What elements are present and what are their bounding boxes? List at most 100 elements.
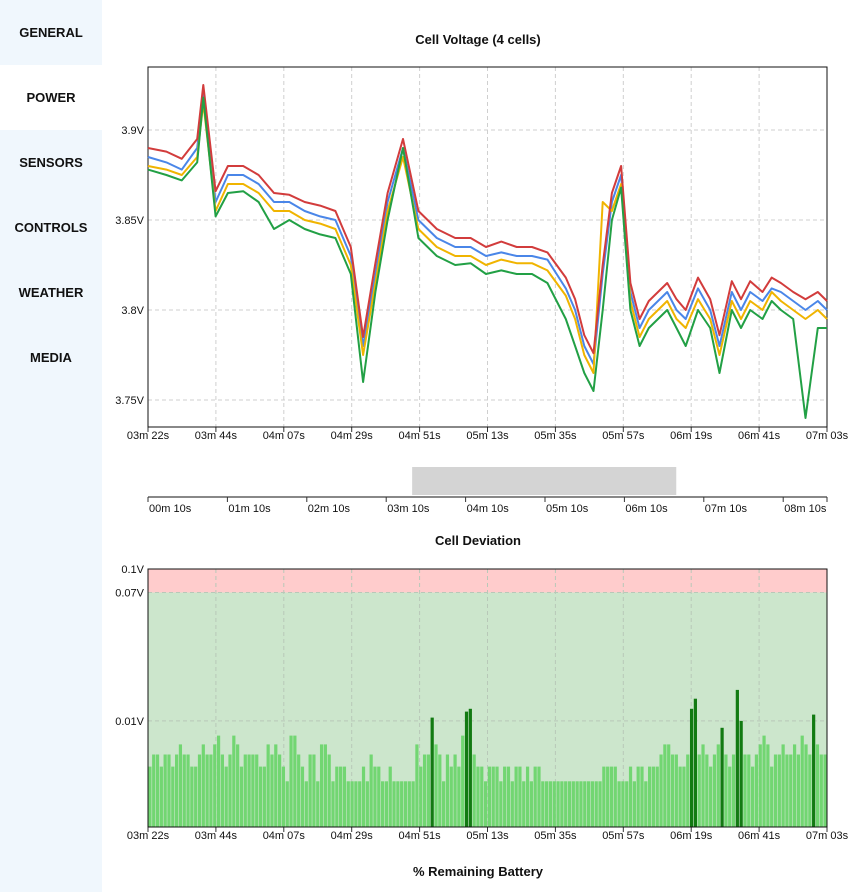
deviation-bar xyxy=(449,766,453,827)
deviation-bar xyxy=(514,766,518,827)
deviation-bar xyxy=(220,754,224,827)
deviation-bar xyxy=(175,754,179,827)
deviation-bar xyxy=(308,754,312,827)
deviation-y-tick-label: 0.01V xyxy=(115,716,144,728)
deviation-bar xyxy=(747,754,751,827)
deviation-bar xyxy=(564,781,568,827)
deviation-bar xyxy=(255,754,259,827)
deviation-bar xyxy=(411,781,415,827)
deviation-bar xyxy=(716,744,720,827)
deviation-bar xyxy=(300,766,305,827)
deviation-bar xyxy=(373,766,377,827)
deviation-bar xyxy=(201,744,205,827)
deviation-bar xyxy=(419,766,423,827)
deviation-bar xyxy=(335,766,339,827)
deviation-bar xyxy=(522,781,526,827)
deviation-bar xyxy=(590,781,594,827)
deviation-bar xyxy=(464,711,469,827)
deviation-bar xyxy=(243,754,247,827)
deviation-bar xyxy=(415,744,419,827)
deviation-bar xyxy=(751,766,755,827)
deviation-bar xyxy=(625,781,629,827)
deviation-bar xyxy=(709,766,713,827)
deviation-bar xyxy=(499,781,503,827)
deviation-bar xyxy=(148,766,152,827)
deviation-bar xyxy=(766,744,770,827)
charts-canvas: 03m 22s 03m 44s 04m 07s 04m 29s 04m 51s 05m 1… xyxy=(115,66,849,842)
deviation-bar xyxy=(682,766,686,827)
deviation-bar xyxy=(628,766,633,827)
deviation-bar xyxy=(361,766,366,827)
deviation-bar xyxy=(461,735,465,827)
deviation-bar xyxy=(232,735,236,827)
deviation-bar xyxy=(430,717,434,827)
deviation-bar xyxy=(552,781,556,827)
deviation-bar xyxy=(297,754,301,827)
deviation-bar xyxy=(457,766,461,827)
deviation-bar xyxy=(506,766,511,827)
deviation-bar xyxy=(312,754,316,827)
deviation-bar xyxy=(304,781,308,827)
deviation-bar xyxy=(216,735,221,827)
deviation-bar xyxy=(792,744,797,827)
deviation-bar xyxy=(651,766,656,827)
deviation-bar xyxy=(403,781,408,827)
deviation-bar xyxy=(804,744,808,827)
deviation-bar xyxy=(209,754,213,827)
deviation-bar xyxy=(632,781,636,827)
deviation-bar xyxy=(289,735,293,827)
deviation-bar xyxy=(686,754,690,827)
deviation-bar xyxy=(609,766,614,827)
voltage-x-tick-label: 03m 44s xyxy=(195,430,238,442)
range-navigator-window[interactable] xyxy=(412,467,677,495)
deviation-bar xyxy=(342,766,347,827)
deviation-bar xyxy=(640,766,644,827)
deviation-bar xyxy=(743,754,747,827)
deviation-bar xyxy=(152,754,156,827)
deviation-bar xyxy=(197,754,202,827)
voltage-x-tick-label: 05m 57s xyxy=(602,430,645,442)
deviation-bar xyxy=(213,744,217,827)
deviation-bar xyxy=(545,781,549,827)
deviation-bar xyxy=(796,754,800,827)
deviation-bar xyxy=(480,766,484,827)
deviation-bar xyxy=(171,766,175,827)
deviation-bar xyxy=(239,766,244,827)
deviation-bar xyxy=(659,754,663,827)
deviation-bar xyxy=(495,766,499,827)
deviation-bar xyxy=(251,754,255,827)
deviation-bar xyxy=(178,744,183,827)
deviation-bar xyxy=(346,781,350,827)
deviation-bar xyxy=(808,754,812,827)
range-navigator-tick-label: 07m 10s xyxy=(705,503,748,515)
deviation-bar xyxy=(598,781,602,827)
deviation-bar xyxy=(247,754,251,827)
deviation-bar xyxy=(594,781,598,827)
deviation-bar xyxy=(758,744,762,827)
range-navigator-tick-label: 04m 10s xyxy=(467,503,510,515)
deviation-bar xyxy=(636,766,640,827)
deviation-bar xyxy=(663,744,667,827)
voltage-y-tick-label: 3.9V xyxy=(121,125,144,137)
deviation-bar xyxy=(678,766,682,827)
deviation-x-tick-label: 04m 51s xyxy=(398,830,441,842)
deviation-x-tick-label: 04m 07s xyxy=(263,830,306,842)
deviation-bar xyxy=(186,754,190,827)
voltage-y-tick-label: 3.75V xyxy=(115,395,144,407)
range-navigator-tick-label: 08m 10s xyxy=(784,503,827,515)
deviation-bar xyxy=(548,781,553,827)
deviation-bar xyxy=(533,766,537,827)
deviation-bar xyxy=(445,754,450,827)
deviation-bar xyxy=(205,754,209,827)
deviation-bar xyxy=(823,754,827,827)
deviation-bar xyxy=(773,754,778,827)
deviation-bar xyxy=(194,766,198,827)
deviation-bar xyxy=(529,781,533,827)
deviation-bar xyxy=(541,781,545,827)
deviation-bar xyxy=(789,754,793,827)
deviation-bar xyxy=(560,781,564,827)
deviation-bar xyxy=(285,781,289,827)
deviation-bar xyxy=(579,781,583,827)
deviation-x-tick-label: 04m 29s xyxy=(331,830,374,842)
deviation-bar xyxy=(281,766,286,827)
